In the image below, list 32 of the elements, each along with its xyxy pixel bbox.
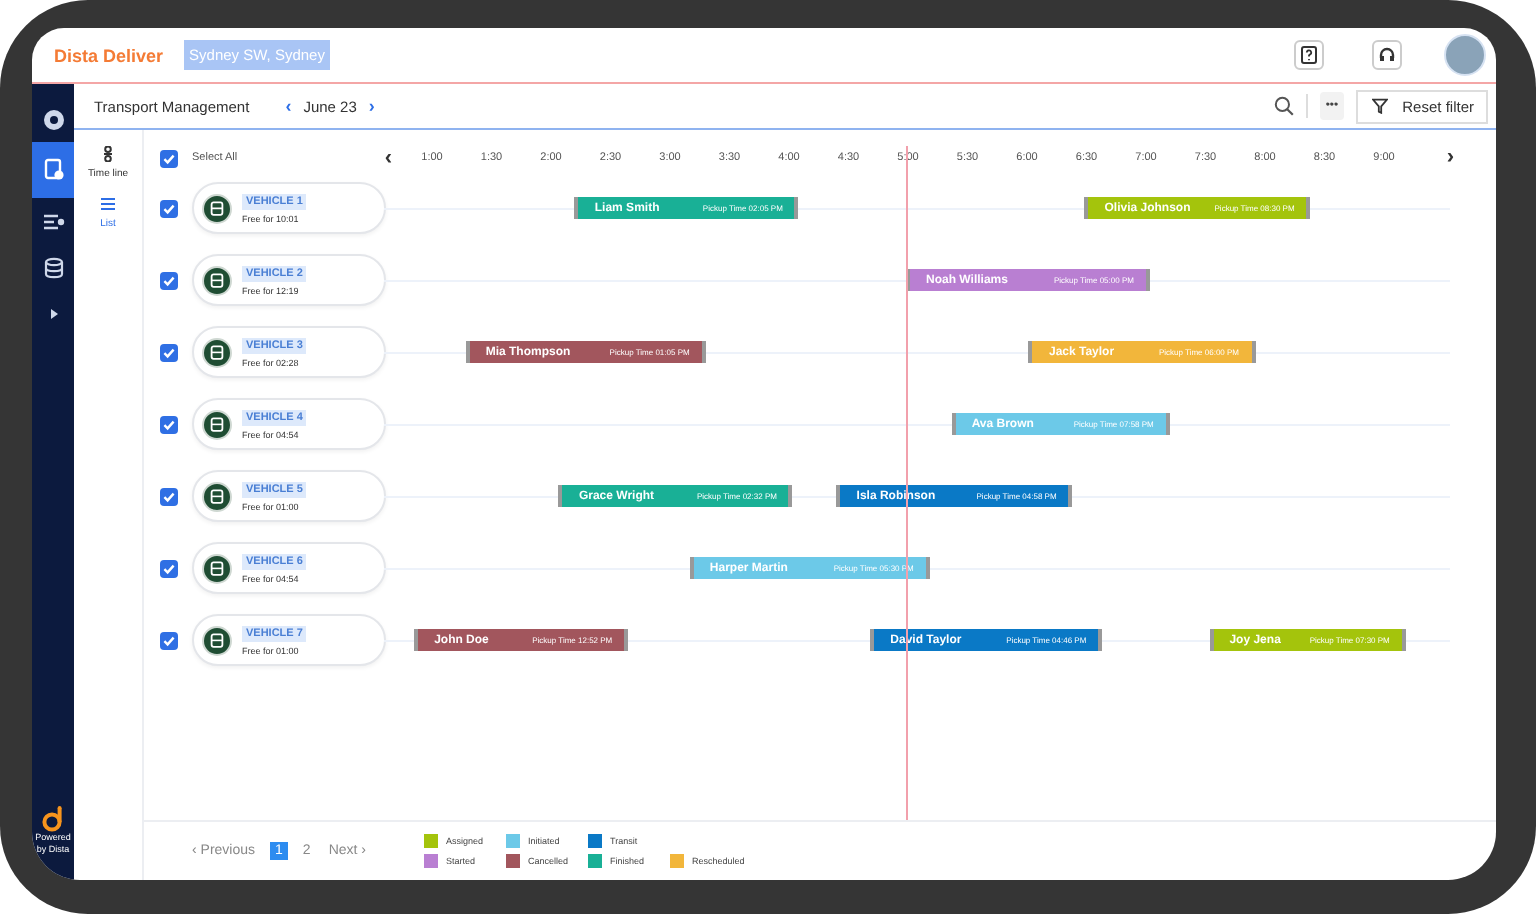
bus-icon — [202, 553, 232, 583]
bus-icon — [202, 625, 232, 655]
checkbox[interactable] — [160, 487, 178, 505]
checkbox[interactable] — [160, 559, 178, 577]
brand-name: Dista Deliver — [54, 45, 164, 65]
bus-icon — [202, 265, 232, 295]
settings-icon — [41, 107, 65, 131]
bus-icon — [202, 193, 232, 223]
avatar[interactable] — [1444, 34, 1486, 76]
checkbox[interactable] — [160, 415, 178, 433]
timeline-next-button[interactable]: › — [1446, 147, 1454, 169]
checkbox[interactable] — [160, 343, 178, 361]
checkbox[interactable] — [160, 631, 178, 649]
bus-icon — [202, 481, 232, 511]
logo-icon — [40, 806, 65, 833]
headset-icon[interactable] — [1372, 40, 1402, 70]
prev-date-button[interactable]: ‹ — [285, 96, 292, 116]
bus-icon — [202, 337, 232, 367]
filter-icon — [1372, 98, 1389, 114]
checkbox[interactable] — [160, 199, 178, 217]
checkbox[interactable] — [160, 149, 178, 167]
sliders-icon — [41, 209, 65, 233]
list-icon — [100, 196, 116, 212]
bus-icon — [202, 409, 232, 439]
database-icon — [41, 255, 65, 279]
search-icon[interactable] — [1273, 96, 1294, 116]
document-icon — [41, 158, 65, 182]
timeline-icon — [99, 146, 116, 162]
timeline-prev-button[interactable]: ‹ — [384, 147, 392, 169]
checkbox[interactable] — [160, 271, 178, 289]
next-date-button[interactable]: › — [368, 96, 375, 116]
help-icon[interactable] — [1294, 40, 1324, 70]
